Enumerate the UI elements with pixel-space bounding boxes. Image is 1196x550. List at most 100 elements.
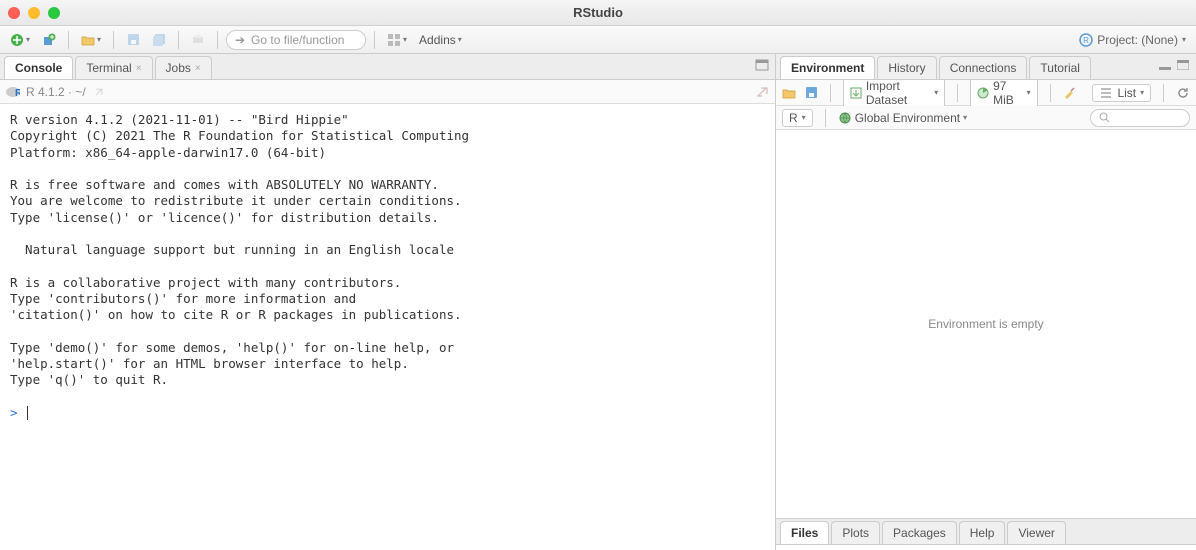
print-button[interactable] [187, 31, 209, 49]
tab-label: Terminal [86, 61, 131, 75]
memory-usage-button[interactable]: 97 MiB ▾ [970, 77, 1038, 109]
tab-packages[interactable]: Packages [882, 521, 957, 544]
folder-open-icon [782, 86, 796, 100]
console-output[interactable]: R version 4.1.2 (2021-11-01) -- "Bird Hi… [0, 104, 775, 550]
language-select[interactable]: R ▾ [782, 109, 813, 127]
tab-tutorial[interactable]: Tutorial [1029, 56, 1091, 79]
broom-icon [1062, 86, 1076, 100]
tab-label: Files [791, 526, 818, 540]
files-pane: Files Plots Packages Help Viewer [776, 519, 1196, 545]
import-icon [850, 86, 862, 100]
svg-text:R: R [1083, 36, 1089, 45]
list-icon [1099, 86, 1113, 100]
env-search-input[interactable] [1090, 109, 1190, 127]
open-file-button[interactable]: ▾ [77, 31, 105, 49]
right-pane: Environment History Connections Tutorial… [776, 54, 1196, 550]
separator [178, 31, 179, 49]
tab-environment[interactable]: Environment [780, 56, 875, 79]
new-project-button[interactable] [38, 31, 60, 49]
tab-label: History [888, 61, 925, 75]
search-icon [1097, 111, 1111, 125]
tab-connections[interactable]: Connections [939, 56, 1028, 79]
env-empty-text: Environment is empty [928, 317, 1043, 331]
import-dataset-button[interactable]: Import Dataset ▾ [843, 77, 945, 109]
r-logo-icon: R [6, 85, 20, 99]
new-file-button[interactable]: ▾ [6, 31, 34, 49]
project-label: Project: (None) [1097, 33, 1178, 47]
clear-console-icon[interactable] [755, 85, 769, 99]
separator [113, 31, 114, 49]
env-tabs: Environment History Connections Tutorial [776, 54, 1196, 80]
save-all-icon [152, 33, 166, 47]
maximize-pane-icon[interactable] [1176, 58, 1190, 72]
addins-label: Addins [419, 33, 456, 47]
import-label: Import Dataset [866, 79, 930, 107]
tab-terminal[interactable]: Terminal × [75, 56, 152, 79]
view-mode-button[interactable]: List ▾ [1092, 84, 1151, 102]
grid-icon [387, 33, 401, 47]
tab-help[interactable]: Help [959, 521, 1006, 544]
svg-text:R: R [15, 88, 20, 99]
separator [825, 109, 826, 127]
minimize-pane-icon[interactable] [1158, 58, 1172, 72]
console-infobar: R R 4.1.2 · ~/ [0, 80, 775, 104]
tab-label: Connections [950, 61, 1017, 75]
tab-history[interactable]: History [877, 56, 936, 79]
main-area: Console Terminal × Jobs × R R 4.1.2 · ~/ R… [0, 54, 1196, 550]
window-title: RStudio [0, 5, 1196, 20]
titlebar: RStudio [0, 0, 1196, 26]
console-prompt: > [10, 405, 18, 420]
save-all-button[interactable] [148, 31, 170, 49]
tab-viewer[interactable]: Viewer [1007, 521, 1065, 544]
print-icon [191, 33, 205, 47]
goto-placeholder: Go to file/function [251, 33, 344, 47]
separator [68, 31, 69, 49]
tab-label: Environment [791, 61, 864, 75]
clear-workspace-button[interactable] [1062, 86, 1076, 100]
save-icon [804, 86, 818, 100]
files-tabs: Files Plots Packages Help Viewer [776, 519, 1196, 545]
env-toolbar: Import Dataset ▾ 97 MiB ▾ List ▾ [776, 80, 1196, 106]
load-workspace-button[interactable] [782, 86, 796, 100]
separator [1163, 84, 1164, 102]
maximize-pane-icon[interactable] [755, 58, 769, 72]
grid-button[interactable]: ▾ [383, 31, 411, 49]
tab-files[interactable]: Files [780, 521, 829, 544]
tab-label: Jobs [166, 61, 191, 75]
refresh-icon [1176, 86, 1190, 100]
project-menu[interactable]: R Project: (None) ▾ [1075, 31, 1190, 49]
tab-label: Console [15, 61, 62, 75]
main-toolbar: ▾ ▾ ➔ Go to file/function ▾ Addins ▾ R P… [0, 26, 1196, 54]
console-tabs: Console Terminal × Jobs × [0, 54, 775, 80]
r-version-info: R 4.1.2 · ~/ [26, 85, 86, 99]
tab-label: Tutorial [1040, 61, 1080, 75]
arrow-right-icon: ➔ [233, 33, 247, 47]
addins-button[interactable]: Addins ▾ [415, 31, 466, 49]
close-icon[interactable]: × [195, 63, 201, 74]
goto-file-input[interactable]: ➔ Go to file/function [226, 30, 366, 50]
separator [957, 84, 958, 102]
folder-open-icon [81, 33, 95, 47]
separator [374, 31, 375, 49]
scope-label: Global Environment [855, 111, 960, 125]
scope-select[interactable]: Global Environment ▾ [838, 111, 967, 125]
tab-label: Help [970, 526, 995, 540]
tab-plots[interactable]: Plots [831, 521, 880, 544]
tab-console[interactable]: Console [4, 56, 73, 79]
save-workspace-button[interactable] [804, 86, 818, 100]
globe-icon [838, 111, 852, 125]
environment-pane: Environment History Connections Tutorial… [776, 54, 1196, 519]
project-icon: R [1079, 33, 1093, 47]
refresh-button[interactable] [1176, 86, 1190, 100]
popout-icon[interactable] [92, 85, 106, 99]
view-label: List [1117, 86, 1136, 100]
save-button[interactable] [122, 31, 144, 49]
tab-label: Plots [842, 526, 869, 540]
separator [830, 84, 831, 102]
tab-label: Viewer [1018, 526, 1054, 540]
console-text: R version 4.1.2 (2021-11-01) -- "Bird Hi… [10, 112, 469, 387]
tab-jobs[interactable]: Jobs × [155, 56, 212, 79]
env-scopebar: R ▾ Global Environment ▾ [776, 106, 1196, 130]
close-icon[interactable]: × [136, 63, 142, 74]
env-body: Environment is empty [776, 130, 1196, 518]
